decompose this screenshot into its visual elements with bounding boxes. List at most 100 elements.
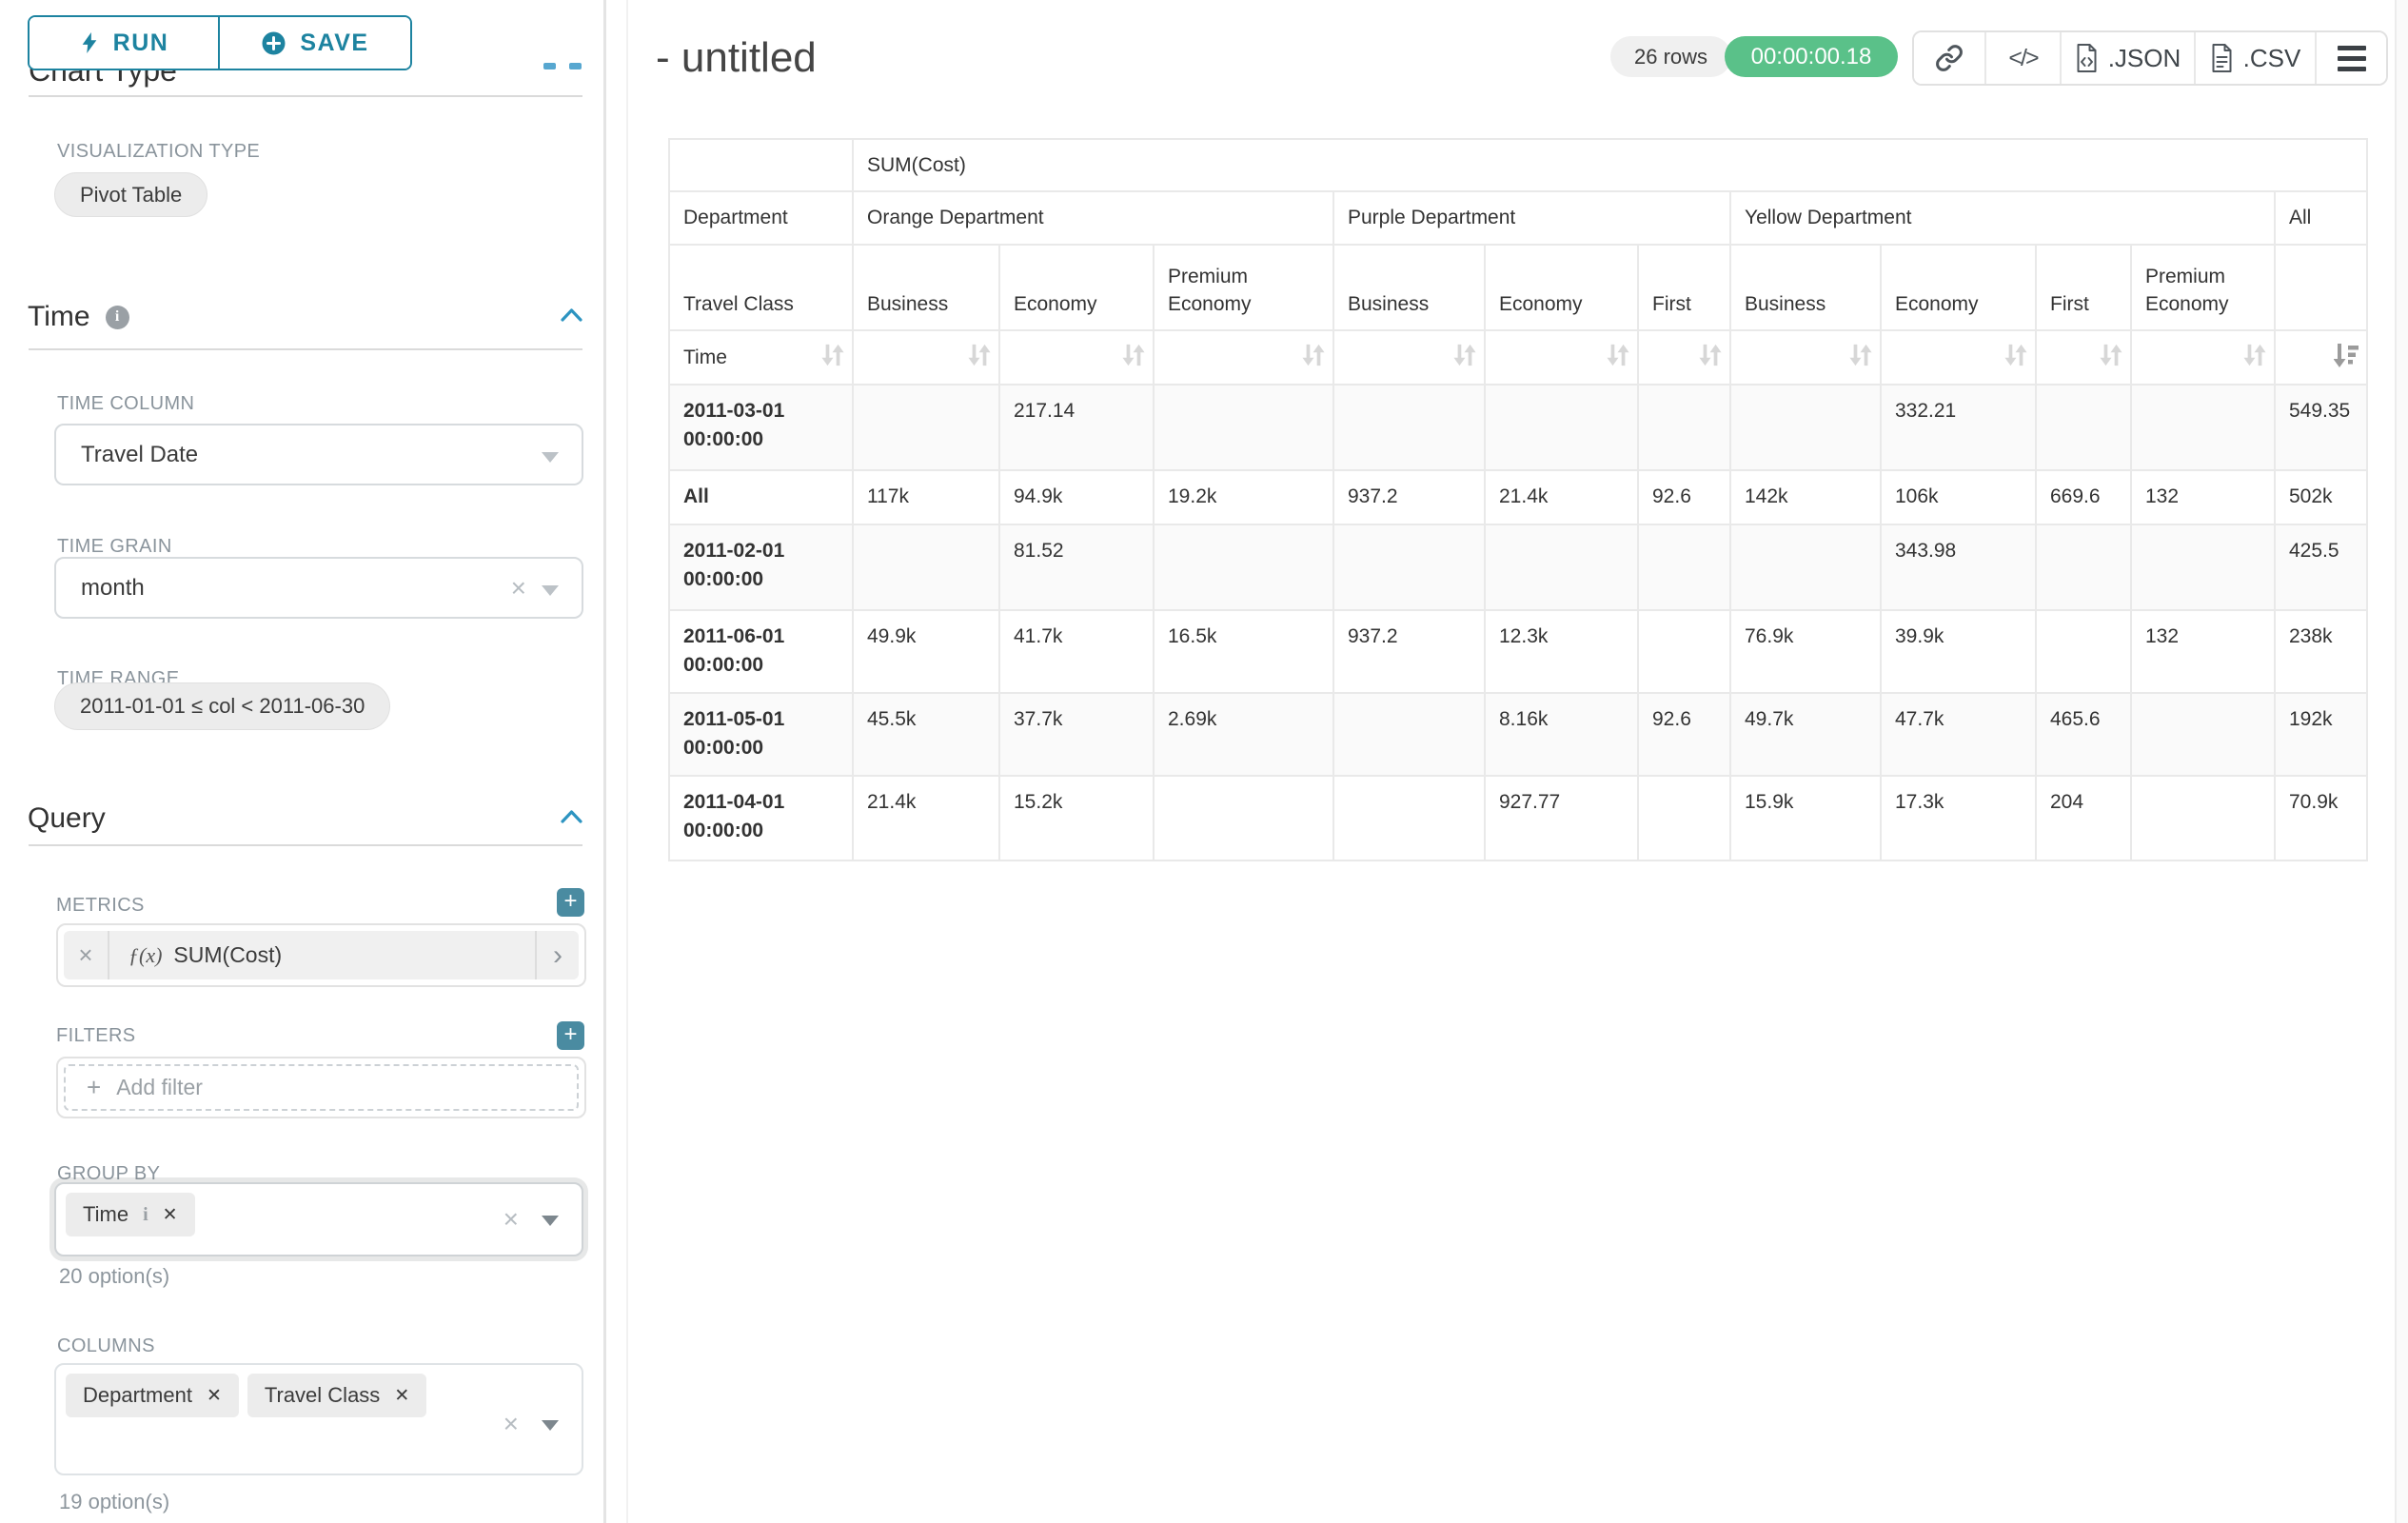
mini-blue-icon[interactable] <box>543 63 556 69</box>
metric-pill[interactable]: × ƒ(x) SUM(Cost) › <box>64 931 579 979</box>
lightning-icon <box>79 30 100 55</box>
pivot-value-cell <box>1638 385 1730 470</box>
sort-icon[interactable] <box>2100 343 2122 373</box>
chevron-down-icon[interactable] <box>542 1216 559 1226</box>
row-header-cell: 2011-03-01 00:00:00 <box>669 385 853 470</box>
sort-icon[interactable] <box>1607 343 1629 373</box>
sort-icon[interactable] <box>1699 343 1722 373</box>
clear-icon[interactable]: × <box>511 575 526 602</box>
pivot-value-cell <box>2131 776 2275 860</box>
travel-class-dimension-label: Travel Class <box>669 245 853 330</box>
time-grain-select[interactable]: month × <box>54 557 583 619</box>
columns-options-hint: 19 option(s) <box>59 1490 169 1514</box>
travel-class-header: First <box>1638 245 1730 330</box>
add-filter-button[interactable]: + Add filter <box>64 1064 579 1111</box>
sort-header-cell <box>1154 330 1333 385</box>
pivot-value-cell: 92.6 <box>1638 693 1730 776</box>
chevron-right-icon[interactable]: › <box>535 931 579 979</box>
filters-label: FILTERS <box>56 1025 136 1047</box>
clear-icon[interactable]: × <box>503 1411 519 1437</box>
run-button[interactable]: RUN <box>30 17 220 69</box>
view-query-button[interactable]: </> <box>1986 32 2062 84</box>
pivot-value-cell <box>1333 524 1485 610</box>
chevron-up-icon[interactable] <box>561 810 582 823</box>
chevron-down-icon <box>542 585 559 596</box>
clear-icon[interactable]: × <box>503 1206 519 1233</box>
visualization-type-value[interactable]: Pivot Table <box>54 172 207 217</box>
remove-metric-icon[interactable]: × <box>64 931 109 979</box>
sort-icon[interactable] <box>2243 343 2266 373</box>
pivot-value-cell: 37.7k <box>999 693 1154 776</box>
sort-header-cell <box>1333 330 1485 385</box>
pivot-data-row: 2011-02-01 00:00:0081.52343.98425.5 <box>669 524 2367 610</box>
sort-icon[interactable] <box>1122 343 1145 373</box>
export-json-button[interactable]: .JSON <box>2062 32 2196 84</box>
pivot-value-cell: 45.5k <box>853 693 999 776</box>
time-range-value[interactable]: 2011-01-01 ≤ col < 2011-06-30 <box>54 682 390 730</box>
sort-icon[interactable] <box>1849 343 1872 373</box>
remove-tag-icon[interactable]: ✕ <box>207 1385 222 1407</box>
chevron-up-icon[interactable] <box>561 308 582 322</box>
info-icon[interactable]: i <box>106 306 129 329</box>
mini-blue-icon[interactable] <box>569 63 582 69</box>
remove-tag-icon[interactable]: ✕ <box>394 1385 409 1407</box>
pivot-data-row: 2011-03-01 00:00:00217.14332.21549.35 <box>669 385 2367 470</box>
pivot-value-cell: 21.4k <box>853 776 999 860</box>
time-grain-value: month <box>56 575 145 602</box>
sort-header-cell <box>853 330 999 385</box>
add-metric-button[interactable]: + <box>557 888 584 917</box>
remove-tag-icon[interactable]: ✕ <box>163 1204 178 1226</box>
pivot-value-cell <box>1333 776 1485 860</box>
pivot-table: SUM(Cost)DepartmentOrange DepartmentPurp… <box>668 138 2368 861</box>
pivot-value-cell: 106k <box>1881 470 2036 524</box>
travel-class-header <box>2275 245 2367 330</box>
pivot-value-cell: 49.9k <box>853 610 999 693</box>
pivot-value-cell: 425.5 <box>2275 524 2367 610</box>
sort-descending-icon[interactable] <box>2334 343 2359 373</box>
chevron-down-icon[interactable] <box>542 1420 559 1431</box>
panel-resize-gutter[interactable] <box>626 0 628 1523</box>
export-csv-button[interactable]: .CSV <box>2196 32 2317 84</box>
selected-tag[interactable]: Travel Class✕ <box>247 1374 426 1417</box>
time-label-text: Time <box>683 346 727 368</box>
pivot-value-cell <box>1333 693 1485 776</box>
plus-circle-icon <box>261 30 286 56</box>
save-button[interactable]: SAVE <box>220 17 410 69</box>
panel-mini-controls <box>543 63 582 69</box>
add-filter-plus-button[interactable]: + <box>557 1021 584 1050</box>
pivot-value-cell: 549.35 <box>2275 385 2367 470</box>
pivot-value-cell: 94.9k <box>999 470 1154 524</box>
sort-icon[interactable] <box>1302 343 1325 373</box>
pivot-data-row: 2011-06-01 00:00:0049.9k41.7k16.5k937.21… <box>669 610 2367 693</box>
short-link-button[interactable] <box>1914 32 1986 84</box>
time-column-select[interactable]: Travel Date <box>54 424 583 485</box>
page-scrollbar[interactable] <box>2395 0 2408 1523</box>
pivot-value-cell <box>1333 385 1485 470</box>
row-count-badge: 26 rows <box>1610 36 1731 77</box>
sort-icon[interactable] <box>968 343 991 373</box>
row-header-cell: 2011-04-01 00:00:00 <box>669 776 853 860</box>
group-by-select[interactable]: Timei✕ × <box>54 1182 583 1256</box>
pivot-value-cell <box>1730 385 1881 470</box>
sort-header-cell <box>2131 330 2275 385</box>
section-divider <box>29 95 582 97</box>
selected-tag[interactable]: Department✕ <box>66 1374 239 1417</box>
info-icon[interactable]: i <box>143 1204 148 1226</box>
chart-title[interactable]: - untitled <box>656 34 817 82</box>
pivot-value-cell: 16.5k <box>1154 610 1333 693</box>
menu-button[interactable] <box>2317 32 2386 84</box>
pivot-value-cell <box>1485 524 1638 610</box>
sort-icon[interactable] <box>2004 343 2027 373</box>
file-text-icon <box>2210 44 2234 72</box>
pivot-value-cell: 927.77 <box>1485 776 1638 860</box>
pivot-value-cell: 332.21 <box>1881 385 2036 470</box>
selected-tag[interactable]: Timei✕ <box>66 1193 195 1236</box>
pivot-value-cell <box>2036 610 2131 693</box>
pivot-data-row: All117k94.9k19.2k937.221.4k92.6142k106k6… <box>669 470 2367 524</box>
columns-select[interactable]: Department✕Travel Class✕ × <box>54 1363 583 1475</box>
sort-icon[interactable] <box>821 343 844 373</box>
pivot-table-container: SUM(Cost)DepartmentOrange DepartmentPurp… <box>668 138 2368 861</box>
pivot-value-cell: 70.9k <box>2275 776 2367 860</box>
sort-icon[interactable] <box>1453 343 1476 373</box>
sort-header-cell <box>1730 330 1881 385</box>
